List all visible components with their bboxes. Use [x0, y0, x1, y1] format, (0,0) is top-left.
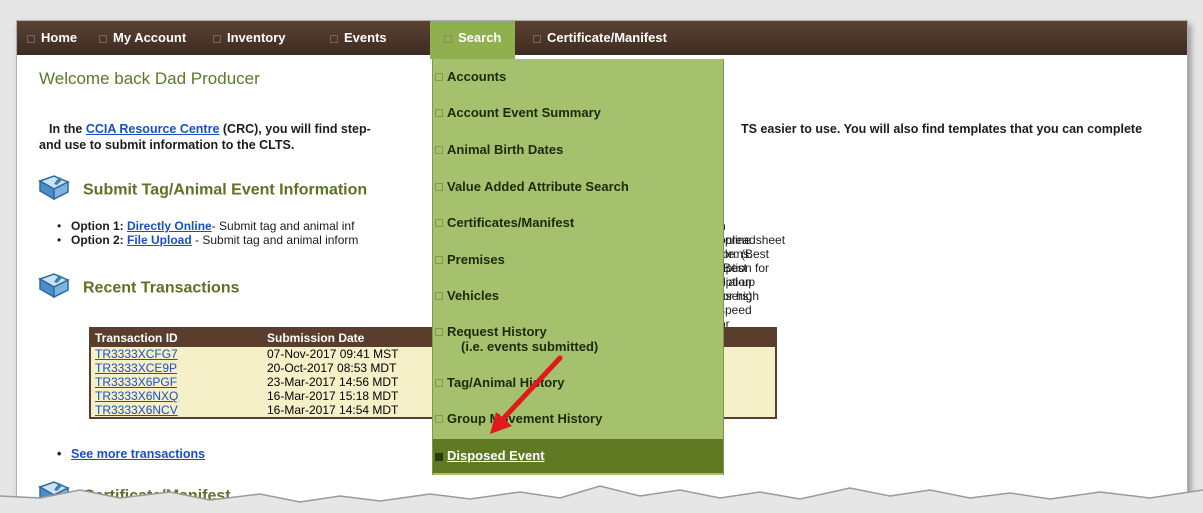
- transaction-id-link[interactable]: TR3333X6NCV: [90, 403, 263, 418]
- submit-section-title: Submit Tag/Animal Event Information: [83, 181, 368, 199]
- top-nav-bar: Home My Account Inventory Events Search …: [17, 21, 1187, 59]
- menu-bullet-icon: [435, 146, 443, 154]
- nav-search-label: Search: [458, 30, 502, 45]
- transaction-id-link[interactable]: TR3333X6NXQ: [90, 389, 263, 403]
- menu-item-value-added-attribute-search[interactable]: Value Added Attribute Search: [433, 179, 723, 194]
- nav-inventory[interactable]: Inventory: [213, 21, 286, 55]
- menu-bullet-icon: [435, 183, 443, 191]
- menu-item-certificates-manifest[interactable]: Certificates/Manifest: [433, 215, 723, 230]
- nav-events-label: Events: [344, 30, 387, 45]
- recent-transactions-title: Recent Transactions: [83, 279, 240, 297]
- menu-bullet-icon: [435, 73, 443, 81]
- submit-section-heading: Submit Tag/Animal Event Information: [37, 173, 367, 208]
- recent-transactions-heading: Recent Transactions: [37, 271, 240, 306]
- transaction-id-link[interactable]: TR3333XCE9P: [90, 361, 263, 375]
- welcome-heading: Welcome back Dad Producer: [39, 69, 260, 88]
- menu-item-group-movement-history[interactable]: Group Movement History: [433, 411, 723, 426]
- nav-my-account[interactable]: My Account: [99, 21, 186, 55]
- menu-bullet-icon: [435, 109, 443, 117]
- transaction-id-link[interactable]: TR3333X6PGF: [90, 375, 263, 389]
- nav-certificate-manifest[interactable]: Certificate/Manifest: [533, 21, 667, 55]
- see-more-transactions-link[interactable]: See more transactions: [71, 447, 205, 461]
- transaction-id-link[interactable]: TR3333XCFG7: [90, 347, 263, 361]
- nav-bullet-icon: [444, 34, 452, 43]
- options-list: • Option 1: Directly Online- Submit tag a…: [57, 219, 786, 359]
- option-1: • Option 1: Directly Online- Submit tag a…: [57, 219, 760, 359]
- search-dropdown-menu: Accounts Account Event Summary Animal Bi…: [432, 59, 724, 475]
- nav-bullet-icon: [213, 34, 221, 43]
- book-icon: [37, 173, 71, 208]
- menu-bullet-icon: [435, 328, 443, 336]
- menu-item-request-history[interactable]: Request History (i.e. events submitted): [433, 324, 723, 354]
- menu-item-tag-animal-history[interactable]: Tag/Animal History: [433, 375, 723, 390]
- nav-inventory-label: Inventory: [227, 30, 286, 45]
- ccia-resource-centre-link[interactable]: CCIA Resource Centre: [86, 122, 220, 136]
- col-transaction-id: Transaction ID: [90, 328, 263, 347]
- torn-edge-decoration: [0, 485, 1203, 513]
- menu-item-animal-birth-dates[interactable]: Animal Birth Dates: [433, 142, 723, 157]
- browser-page: Home My Account Inventory Events Search …: [16, 20, 1188, 502]
- menu-bullet-icon: [435, 292, 443, 300]
- menu-bullet-icon: [435, 219, 443, 227]
- nav-search[interactable]: Search: [430, 21, 516, 59]
- menu-bullet-icon: [435, 379, 443, 387]
- menu-item-premises[interactable]: Premises: [433, 252, 723, 267]
- book-icon: [37, 271, 71, 306]
- menu-item-vehicles[interactable]: Vehicles: [433, 288, 723, 303]
- nav-bullet-icon: [533, 34, 541, 43]
- nav-certificate-manifest-label: Certificate/Manifest: [547, 30, 667, 45]
- nav-bullet-icon: [99, 34, 107, 43]
- directly-online-link[interactable]: Directly Online: [127, 219, 212, 233]
- nav-home-label: Home: [41, 30, 78, 45]
- menu-bullet-icon: [435, 415, 443, 423]
- nav-bullet-icon: [27, 34, 35, 43]
- menu-item-request-history-sub: (i.e. events submitted): [461, 339, 599, 354]
- see-more-item: • See more transactions: [57, 447, 206, 461]
- nav-bullet-icon: [330, 34, 338, 43]
- menu-bullet-icon: [435, 256, 443, 264]
- nav-events[interactable]: Events: [330, 21, 387, 55]
- nav-my-account-label: My Account: [113, 30, 187, 45]
- menu-item-accounts[interactable]: Accounts: [433, 69, 723, 84]
- menu-bullet-icon: [435, 453, 443, 461]
- file-upload-link[interactable]: File Upload: [127, 233, 192, 247]
- option-2: • Option 2: File Upload - Submit tag and …: [57, 233, 786, 303]
- nav-home[interactable]: Home: [27, 21, 77, 55]
- menu-item-account-event-summary[interactable]: Account Event Summary: [433, 105, 723, 120]
